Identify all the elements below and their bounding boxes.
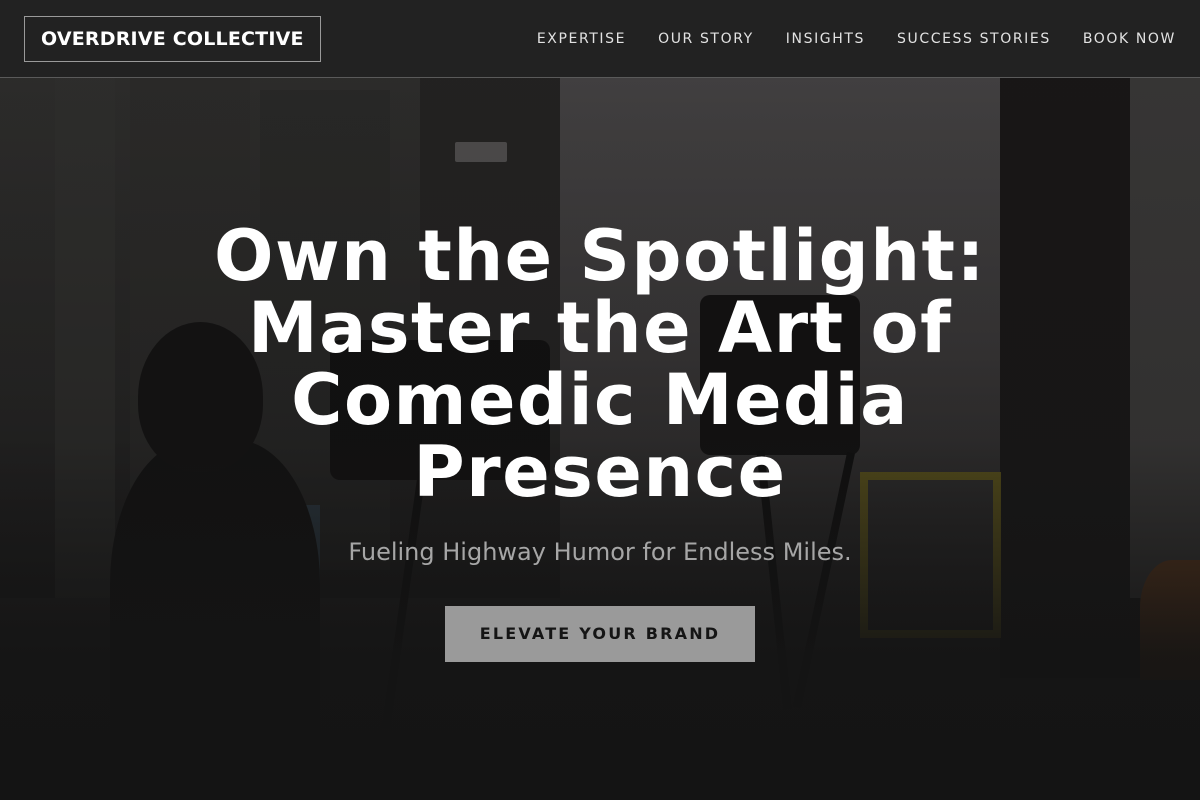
elevate-brand-button[interactable]: ELEVATE YOUR BRAND [445, 606, 755, 662]
hero-title: Own the Spotlight: Master the Art of Com… [214, 215, 986, 513]
main-nav: EXPERTISE OUR STORY INSIGHTS SUCCESS STO… [505, 0, 1176, 78]
hero-subtitle: Fueling Highway Humor for Endless Miles. [348, 538, 852, 566]
site-logo[interactable]: OVERDRIVE COLLECTIVE [24, 16, 321, 62]
nav-link-book-now[interactable]: BOOK NOW [1083, 31, 1176, 47]
hero-section: Own the Spotlight: Master the Art of Com… [0, 220, 1200, 662]
nav-link-expertise[interactable]: EXPERTISE [537, 31, 626, 47]
nav-link-our-story[interactable]: OUR STORY [658, 31, 754, 47]
site-header: OVERDRIVE COLLECTIVE EXPERTISE OUR STORY… [0, 0, 1200, 78]
nav-link-success-stories[interactable]: SUCCESS STORIES [897, 31, 1051, 47]
nav-link-insights[interactable]: INSIGHTS [786, 31, 865, 47]
